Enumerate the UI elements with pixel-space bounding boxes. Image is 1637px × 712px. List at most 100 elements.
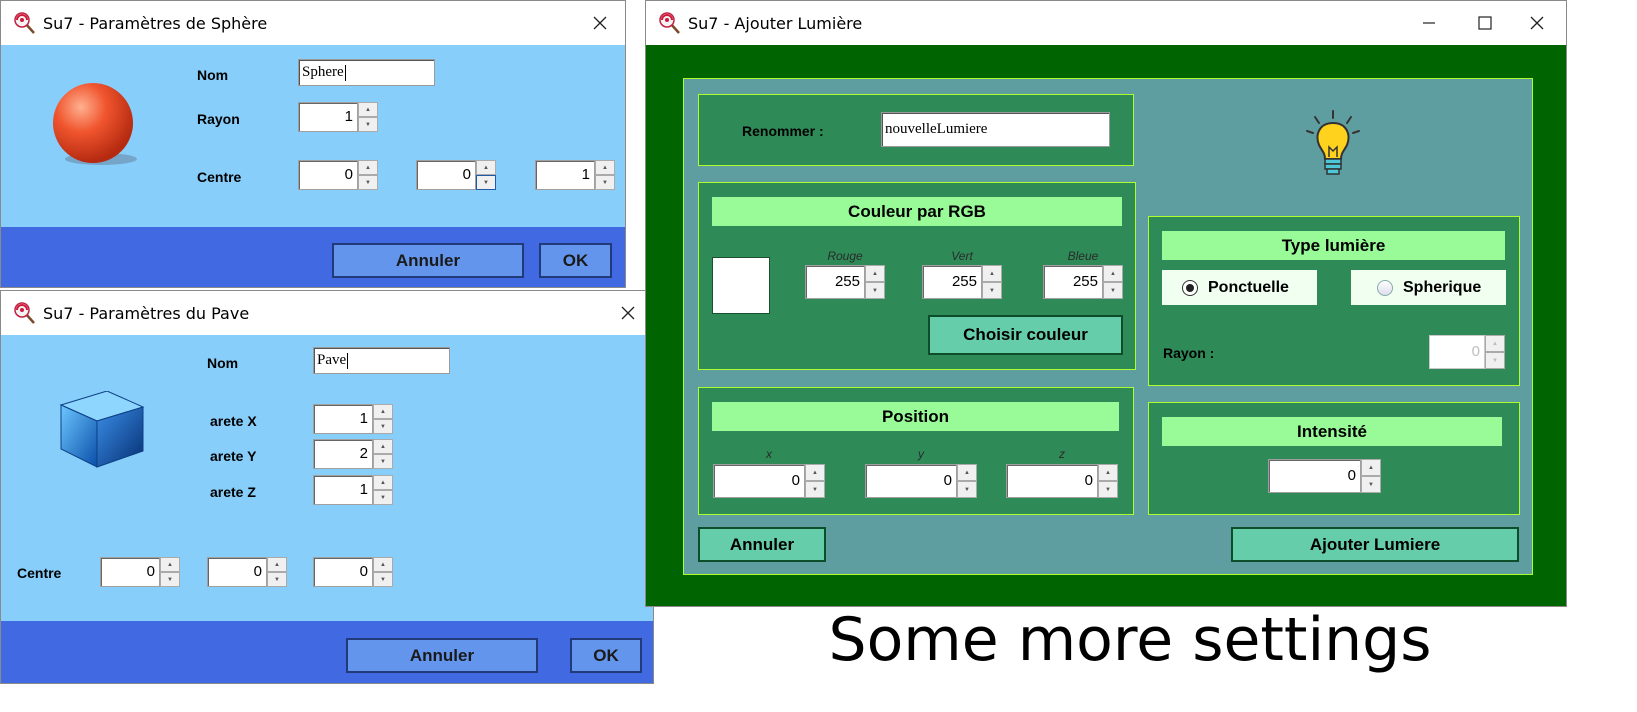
maximize-icon[interactable] — [1462, 1, 1508, 45]
pave-body: Nom Pave arete X 1 ▲ ▼ arete Y 2 ▲ ▼ arete… — [1, 335, 653, 621]
spin-up-icon[interactable]: ▲ — [373, 557, 393, 572]
spin-down-icon[interactable]: ▼ — [373, 454, 393, 469]
spin-down-icon[interactable]: ▼ — [358, 117, 378, 132]
sphere-centre-x-value[interactable]: 0 — [298, 160, 358, 190]
sphere-rayon-label: Rayon — [197, 111, 240, 127]
pave-centre-z-spinner[interactable]: 0 ▲ ▼ — [313, 557, 393, 587]
spin-down-icon[interactable]: ▼ — [373, 419, 393, 434]
sphere-centre-x-spinner[interactable]: 0 ▲ ▼ — [298, 160, 378, 190]
pave-edge-z-value[interactable]: 1 — [313, 475, 373, 505]
intensity-value[interactable]: 0 — [1268, 459, 1361, 493]
light-cancel-button[interactable]: Annuler — [698, 527, 826, 562]
add-light-button[interactable]: Ajouter Lumiere — [1231, 527, 1519, 562]
spin-up-icon[interactable]: ▲ — [595, 160, 615, 175]
spin-down-icon[interactable]: ▼ — [1485, 352, 1505, 369]
sphere-cancel-button[interactable]: Annuler — [332, 243, 524, 278]
pave-edge-x-value[interactable]: 1 — [313, 404, 373, 434]
spin-down-icon[interactable]: ▼ — [1361, 476, 1381, 493]
pave-edge-y-spinner[interactable]: 2 ▲ ▼ — [313, 439, 393, 469]
spin-down-icon[interactable]: ▼ — [476, 175, 496, 190]
sphere-title-bar[interactable]: Su7 - Paramètres de Sphère — [1, 1, 625, 45]
sphere-rayon-value[interactable]: 1 — [298, 102, 358, 132]
spin-down-icon[interactable]: ▼ — [805, 481, 825, 498]
sphere-centre-y-value[interactable]: 0 — [416, 160, 476, 190]
radio-selected-icon[interactable] — [1182, 279, 1198, 296]
sphere-centre-z-spinner[interactable]: 1 ▲ ▼ — [535, 160, 615, 190]
pave-centre-x-value[interactable]: 0 — [100, 557, 160, 587]
pave-cancel-button[interactable]: Annuler — [346, 638, 538, 673]
spin-down-icon[interactable]: ▼ — [1103, 282, 1123, 299]
spin-up-icon[interactable]: ▲ — [1098, 464, 1118, 481]
spin-down-icon[interactable]: ▼ — [160, 572, 180, 587]
spin-up-icon[interactable]: ▲ — [865, 265, 885, 282]
spin-up-icon[interactable]: ▲ — [805, 464, 825, 481]
pave-ok-button[interactable]: OK — [570, 638, 642, 673]
pave-centre-y-spinner[interactable]: 0 ▲ ▼ — [207, 557, 287, 587]
spin-up-icon[interactable]: ▲ — [1485, 335, 1505, 352]
spin-up-icon[interactable]: ▲ — [1103, 265, 1123, 282]
spin-down-icon[interactable]: ▼ — [595, 175, 615, 190]
light-rayon-value[interactable]: 0 — [1429, 335, 1485, 369]
close-icon[interactable] — [577, 1, 623, 45]
spin-up-icon[interactable]: ▲ — [267, 557, 287, 572]
sphere-name-field[interactable]: Sphere — [298, 59, 435, 86]
spin-up-icon[interactable]: ▲ — [373, 475, 393, 490]
intensity-spinner[interactable]: 0 ▲ ▼ — [1268, 459, 1381, 493]
spin-up-icon[interactable]: ▲ — [358, 160, 378, 175]
spin-up-icon[interactable]: ▲ — [982, 265, 1002, 282]
pave-edge-z-spinner[interactable]: 1 ▲ ▼ — [313, 475, 393, 505]
pave-edge-x-spinner[interactable]: 1 ▲ ▼ — [313, 404, 393, 434]
blue-label: Bleue — [1067, 249, 1099, 263]
spin-up-icon[interactable]: ▲ — [373, 404, 393, 419]
close-icon[interactable] — [1514, 1, 1560, 45]
spin-down-icon[interactable]: ▼ — [358, 175, 378, 190]
green-value[interactable]: 255 — [922, 265, 982, 299]
position-y-value[interactable]: 0 — [865, 464, 957, 498]
radio-spherique[interactable]: Spherique — [1351, 270, 1506, 305]
blue-spinner[interactable]: 255 ▲ ▼ — [1043, 265, 1123, 299]
pave-title-bar[interactable]: Su7 - Paramètres du Pave — [1, 291, 653, 335]
red-value[interactable]: 255 — [805, 265, 865, 299]
position-z-value[interactable]: 0 — [1006, 464, 1098, 498]
rename-value: nouvelleLumiere — [885, 121, 988, 137]
position-y-spinner[interactable]: 0 ▲ ▼ — [865, 464, 977, 498]
sphere-rayon-spinner[interactable]: 1 ▲ ▼ — [298, 102, 378, 132]
spin-up-icon[interactable]: ▲ — [160, 557, 180, 572]
light-title: Su7 - Ajouter Lumière — [688, 13, 863, 33]
light-title-bar[interactable]: Su7 - Ajouter Lumière — [646, 1, 1566, 45]
sphere-centre-z-value[interactable]: 1 — [535, 160, 595, 190]
light-frame: Renommer : nouvelleLumiere Couleur par R… — [646, 45, 1566, 606]
spin-up-icon[interactable]: ▲ — [957, 464, 977, 481]
spin-down-icon[interactable]: ▼ — [373, 490, 393, 505]
spin-up-icon[interactable]: ▲ — [1361, 459, 1381, 476]
blue-value[interactable]: 255 — [1043, 265, 1103, 299]
red-spinner[interactable]: 255 ▲ ▼ — [805, 265, 885, 299]
spin-down-icon[interactable]: ▼ — [1098, 481, 1118, 498]
spin-down-icon[interactable]: ▼ — [957, 481, 977, 498]
green-spinner[interactable]: 255 ▲ ▼ — [922, 265, 1002, 299]
sphere-centre-y-spinner[interactable]: 0 ▲ ▼ — [416, 160, 496, 190]
spin-up-icon[interactable]: ▲ — [476, 160, 496, 175]
spin-down-icon[interactable]: ▼ — [865, 282, 885, 299]
position-x-spinner[interactable]: 0 ▲ ▼ — [713, 464, 825, 498]
spin-up-icon[interactable]: ▲ — [358, 102, 378, 117]
spin-up-icon[interactable]: ▲ — [373, 439, 393, 454]
pave-name-field[interactable]: Pave — [313, 347, 450, 374]
position-z-spinner[interactable]: 0 ▲ ▼ — [1006, 464, 1118, 498]
pave-centre-z-value[interactable]: 0 — [313, 557, 373, 587]
position-x-value[interactable]: 0 — [713, 464, 805, 498]
pave-centre-y-value[interactable]: 0 — [207, 557, 267, 587]
spin-down-icon[interactable]: ▼ — [267, 572, 287, 587]
rename-field[interactable]: nouvelleLumiere — [881, 112, 1110, 147]
radio-ponctuelle[interactable]: Ponctuelle — [1162, 270, 1317, 305]
spin-down-icon[interactable]: ▼ — [373, 572, 393, 587]
choose-color-button[interactable]: Choisir couleur — [928, 315, 1123, 355]
pave-centre-x-spinner[interactable]: 0 ▲ ▼ — [100, 557, 180, 587]
pave-edge-y-value[interactable]: 2 — [313, 439, 373, 469]
pave-centre-label: Centre — [17, 565, 62, 581]
radio-unselected-icon[interactable] — [1377, 279, 1393, 296]
spin-down-icon[interactable]: ▼ — [982, 282, 1002, 299]
sphere-ok-button[interactable]: OK — [539, 243, 612, 278]
minimize-icon[interactable] — [1406, 1, 1452, 45]
light-rayon-spinner[interactable]: 0 ▲ ▼ — [1429, 335, 1505, 369]
